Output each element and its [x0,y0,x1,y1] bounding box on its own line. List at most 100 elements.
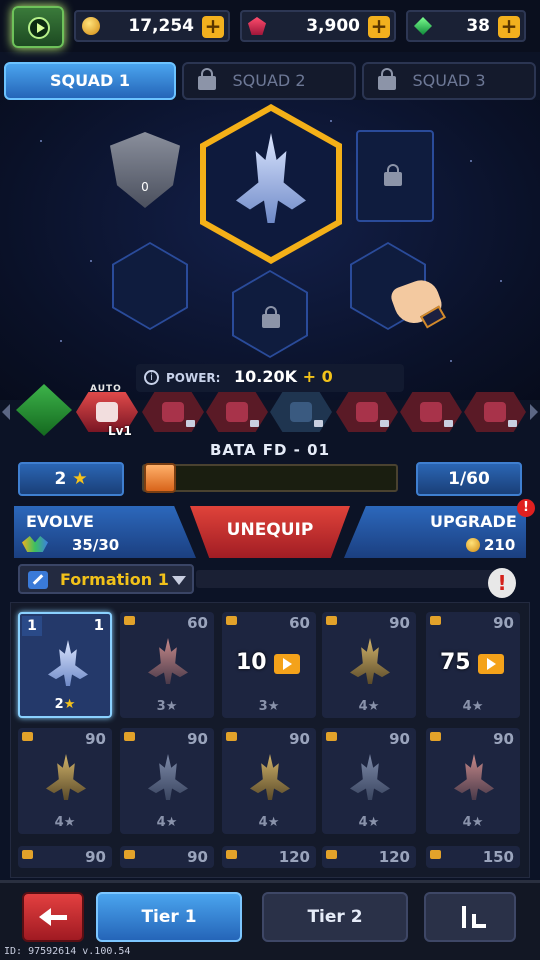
card-number: 90 [389,614,410,632]
lock-icon [250,420,259,427]
locked-icon [430,616,441,625]
tab-squad-1-label: SQUAD 1 [50,71,130,90]
tab-tier-2[interactable]: Tier 2 [262,892,408,942]
ship-icon [148,638,188,684]
skill-slot-5[interactable] [270,392,332,432]
ship-icon [46,754,86,800]
alert-icon[interactable]: ! [488,568,516,598]
lock-icon [198,68,216,90]
upgrade-cost: 210 [484,536,516,554]
card-stars: 4★ [462,815,484,830]
ruby-value: 3,900 [306,16,360,36]
lock-icon [186,420,195,427]
ship-card[interactable]: 90 4★ [18,728,112,834]
info-icon[interactable]: i [144,370,159,385]
skill-slot-3[interactable] [142,392,204,432]
tab-squad-2[interactable]: SQUAD 2 [182,62,356,100]
add-ruby-button[interactable]: + [368,16,390,38]
ship-card[interactable]: 90 4★ [222,728,316,834]
ship-card[interactable]: 90 4★ [120,728,214,834]
skill-glyph-icon [290,402,312,422]
ship-name: BATA FD - 01 [209,441,331,459]
tier-2-label: Tier 2 [307,907,363,927]
lock-icon [508,420,517,427]
card-number: 90 [187,848,208,866]
emerald-value: 38 [466,16,490,36]
menu-button[interactable] [12,6,64,48]
ship-icon [48,640,88,686]
video-ad-icon[interactable] [274,654,300,674]
version-label: ID: 97592614 v.100.54 [4,946,131,957]
tab-tier-1[interactable]: Tier 1 [96,892,242,942]
tier-1-label: Tier 1 [141,907,197,927]
skill-slot-4[interactable] [206,392,268,432]
lock-icon [380,420,389,427]
tab-squad-1[interactable]: SQUAD 1 [4,62,176,100]
ad-timer: 75 [440,650,471,675]
add-emerald-button[interactable]: + [498,16,520,38]
locked-icon [124,732,135,741]
locked-slot-right[interactable] [356,130,434,222]
ship-card[interactable]: 90 4★ [426,728,520,834]
skill-slot-7[interactable] [400,392,462,432]
ship-card[interactable]: 120 [322,846,416,868]
locked-icon [22,732,33,741]
skill-slot-6[interactable] [336,392,398,432]
card-number: 120 [378,848,410,866]
skill-level-label: Lv1 [108,424,132,438]
skill-glyph-icon [226,402,248,422]
add-gold-button[interactable]: + [202,16,224,38]
locked-icon [430,850,441,859]
tab-squad-3-label: SQUAD 3 [412,71,486,90]
card-stars: 3★ [156,699,178,714]
card-number: 90 [389,730,410,748]
formation-label: Formation 1 [60,570,169,589]
ship-icon [454,754,494,800]
ship-card[interactable]: 90 [120,846,214,868]
card-stars: 4★ [462,699,484,714]
star-icon: ★ [72,469,88,489]
ship-card[interactable]: 90 4★ [322,728,416,834]
ship-card[interactable]: 90 75 4★ [426,612,520,718]
ruby-counter: 3,900 + [240,10,396,42]
skills-scroll-right-icon[interactable] [530,404,538,420]
evolve-value: 35/30 [72,536,120,554]
sort-button[interactable] [424,892,516,942]
power-value: 10.20K + 0 [234,367,333,386]
ship-card[interactable]: 120 [222,846,316,868]
lock-icon [314,420,323,427]
formation-dropdown[interactable]: Formation 1 [18,564,194,594]
ship-card[interactable]: 90 4★ [322,612,416,718]
card-slot-number: 1 [22,616,42,636]
tab-squad-3[interactable]: SQUAD 3 [362,62,536,100]
shield-count: 0 [141,180,149,194]
emerald-counter: 38 + [406,10,526,42]
skill-glyph-icon [484,402,506,422]
card-stars: 2★ [54,697,76,712]
tab-squad-2-label: SQUAD 2 [232,71,306,90]
ship-card[interactable]: 1 1 2★ [18,612,112,718]
ship-card[interactable]: 150 [426,846,520,868]
pencil-icon[interactable] [28,571,48,589]
skills-scroll-left-icon[interactable] [2,404,10,420]
ship-card[interactable]: 60 3★ [120,612,214,718]
locked-icon [22,850,33,859]
skill-slot-8[interactable] [464,392,526,432]
ship-card[interactable]: 90 [18,846,112,868]
back-button[interactable] [22,892,84,942]
locked-icon [226,732,237,741]
card-number: 90 [187,730,208,748]
card-stars: 4★ [258,815,280,830]
video-ad-icon[interactable] [478,654,504,674]
gold-counter: 17,254 + [74,10,230,42]
card-stars: 4★ [358,815,380,830]
card-number: 90 [493,614,514,632]
card-stars: 4★ [358,699,380,714]
ship-icon [236,133,306,223]
coin-icon [466,538,480,552]
skill-glyph-icon [162,402,184,422]
sort-icon-bar [476,924,486,928]
unequip-button[interactable]: UNEQUIP [190,506,350,558]
progress-text: 1/60 [448,469,490,489]
ship-card[interactable]: 60 10 3★ [222,612,316,718]
